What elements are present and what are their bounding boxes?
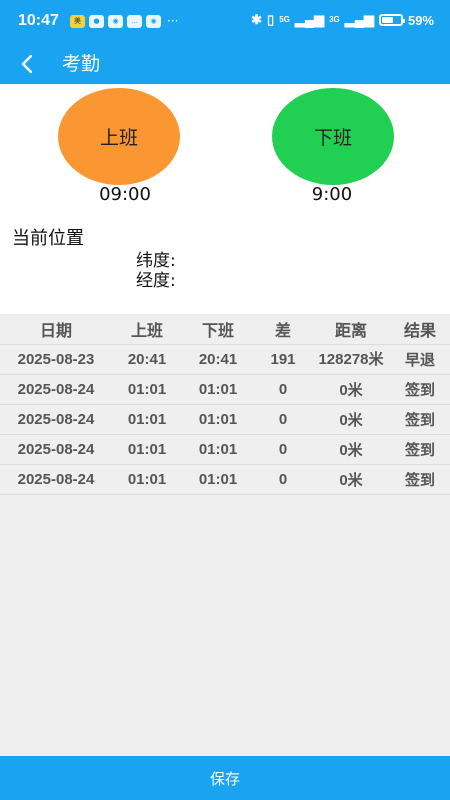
page-title: 考勤	[62, 53, 101, 75]
cell-distance: 0米	[339, 472, 363, 489]
cell-date: 2025-08-24	[17, 471, 95, 488]
cell-difference: 0	[278, 381, 288, 398]
battery-icon	[378, 14, 405, 26]
cell-clock-out: 01:01	[198, 411, 238, 428]
clock-out-label: 下班	[313, 127, 352, 149]
wechat-icon: ●	[89, 14, 104, 28]
cell-clock-out: 01:01	[198, 441, 238, 458]
header-difference: 差	[274, 323, 291, 340]
clock-out-button[interactable]: 下班	[272, 88, 394, 185]
cell-difference: 0	[278, 471, 288, 488]
cell-clock-in: 01:01	[127, 471, 167, 488]
cell-result: 签到	[404, 442, 435, 459]
vibrate-icon: ▯	[267, 12, 275, 27]
table-row: 2025-08-24 01:01 01:01 0 0米 签到	[0, 375, 450, 405]
cell-distance: 0米	[339, 382, 363, 399]
clock-out-time: 9:00	[311, 184, 353, 205]
app-bar: 考勤	[0, 44, 450, 84]
cell-result: 签到	[404, 382, 435, 399]
cell-date: 2025-08-24	[17, 441, 95, 458]
header-clock-in: 上班	[130, 323, 163, 340]
save-button[interactable]: 保存	[0, 756, 450, 800]
cell-clock-out: 01:01	[198, 471, 238, 488]
signal-bars-icon: ▂▄▆	[294, 12, 325, 27]
browser-icon: ◉	[108, 14, 123, 28]
chat-icon: …	[127, 14, 142, 28]
table-header: 日期 上班 下班 差 距离 结果	[0, 314, 450, 345]
meituan-icon: 美	[70, 14, 85, 28]
cell-difference: 0	[278, 411, 288, 428]
cell-result: 早退	[404, 352, 435, 369]
signal-3g-icon: 3G	[329, 15, 340, 24]
cell-difference: 0	[278, 441, 288, 458]
chevron-left-icon	[21, 54, 33, 74]
more-notifications-icon: ···	[167, 14, 179, 28]
cell-distance: 0米	[339, 442, 363, 459]
clock-in-time: 09:00	[99, 184, 151, 205]
cell-clock-in: 01:01	[127, 441, 167, 458]
table-row: 2025-08-24 01:01 01:01 0 0米 签到	[0, 435, 450, 465]
clock-in-button[interactable]: 上班	[58, 88, 180, 185]
cell-clock-out: 20:41	[198, 351, 238, 368]
save-label: 保存	[209, 769, 240, 788]
cell-clock-in: 01:01	[127, 411, 167, 428]
cell-date: 2025-08-23	[17, 351, 95, 368]
cell-result: 签到	[404, 412, 435, 429]
signal-bars-icon: ▂▄▆	[344, 12, 374, 27]
cell-result: 签到	[404, 472, 435, 489]
clock-in-label: 上班	[99, 127, 138, 149]
status-right: ✱ ▯ 5G ▂▄▆ 3G ▂▄▆ 59%	[251, 12, 434, 28]
header-distance: 距离	[334, 323, 367, 340]
signal-5g-icon: 5G	[279, 15, 290, 24]
status-bar: 10:47 美 ● ◉ … ◉ ··· ✱ ▯ 5G ▂▄▆ 3G ▂▄▆ 59…	[0, 0, 450, 44]
table-row: 2025-08-23 20:41 20:41 191 128278米 早退	[0, 345, 450, 375]
table-row: 2025-08-24 01:01 01:01 0 0米 签到	[0, 465, 450, 495]
table-row: 2025-08-24 01:01 01:01 0 0米 签到	[0, 405, 450, 435]
header-clock-out: 下班	[201, 323, 234, 340]
location-title: 当前位置	[12, 228, 84, 249]
battery-percent: 59%	[407, 12, 434, 28]
status-time: 10:47	[18, 12, 59, 29]
browser-icon: ◉	[146, 14, 161, 28]
cell-clock-in: 01:01	[127, 381, 167, 398]
header-result: 结果	[403, 323, 436, 340]
cell-clock-out: 01:01	[198, 381, 238, 398]
back-button[interactable]	[14, 50, 42, 78]
cell-difference: 191	[270, 351, 296, 368]
status-app-icons: 美 ● ◉ … ◉ ···	[70, 14, 178, 28]
cell-distance: 0米	[339, 412, 363, 429]
longitude-label: 经度:	[136, 271, 176, 291]
bluetooth-icon: ✱	[251, 12, 263, 27]
battery-level	[381, 17, 393, 23]
cell-distance: 128278米	[318, 350, 384, 368]
cell-date: 2025-08-24	[17, 411, 95, 428]
cell-clock-in: 20:41	[127, 351, 167, 368]
header-date: 日期	[39, 323, 72, 340]
cell-date: 2025-08-24	[17, 381, 95, 398]
attendance-table: 日期 上班 下班 差 距离 结果 2025-08-23 20:41 20:41 …	[0, 314, 450, 756]
